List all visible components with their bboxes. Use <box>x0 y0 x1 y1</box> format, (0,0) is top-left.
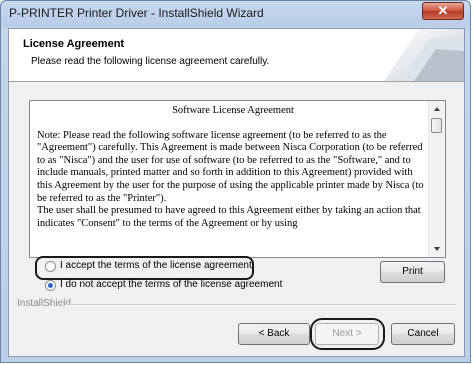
scroll-up-icon[interactable] <box>429 101 445 117</box>
close-icon: ✕ <box>437 3 449 18</box>
vertical-scrollbar[interactable] <box>428 101 445 257</box>
installshield-brand: InstallShield <box>17 298 71 309</box>
close-button[interactable]: ✕ <box>422 2 464 20</box>
cancel-button[interactable]: Cancel <box>391 323 455 345</box>
scrollbar-thumb[interactable] <box>431 118 442 133</box>
back-button[interactable]: < Back <box>238 323 310 345</box>
next-button[interactable]: Next > <box>315 323 379 345</box>
license-heading: Software License Agreement <box>172 105 294 116</box>
window-title: P-PRINTER Printer Driver - InstallShield… <box>9 6 264 20</box>
title-bar[interactable]: P-PRINTER Printer Driver - InstallShield… <box>1 1 470 27</box>
decline-label[interactable]: I do not accept the terms of the license… <box>60 279 282 290</box>
accept-radio[interactable] <box>45 261 56 272</box>
license-paragraph: Note: Please read the following software… <box>37 129 424 204</box>
wizard-header: License Agreement Please read the follow… <box>9 29 464 82</box>
decline-radio[interactable] <box>45 280 56 291</box>
license-paragraph: The user shall be presumed to have agree… <box>37 205 421 229</box>
license-text-box[interactable]: Software License Agreement Note: Please … <box>29 100 446 258</box>
license-text: Software License Agreement Note: Please … <box>37 105 429 230</box>
print-button[interactable]: Print <box>380 261 445 283</box>
installer-window: P-PRINTER Printer Driver - InstallShield… <box>0 0 471 363</box>
header-graphic-icon <box>374 29 464 81</box>
page-title: License Agreement <box>23 38 125 50</box>
footer-divider <box>66 304 456 306</box>
dialog-client-area: License Agreement Please read the follow… <box>8 28 465 357</box>
page-subtitle: Please read the following license agreem… <box>31 56 270 67</box>
scroll-down-icon[interactable] <box>429 241 445 257</box>
accept-label[interactable]: I accept the terms of the license agreem… <box>60 260 252 271</box>
